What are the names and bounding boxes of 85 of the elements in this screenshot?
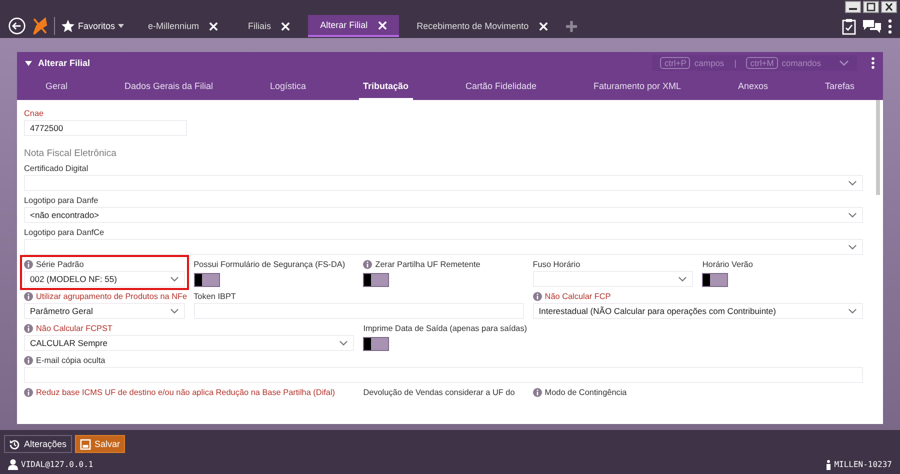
shortcut-label: campos [694, 58, 724, 68]
field-label: Fuso Horário [532, 260, 580, 268]
star-icon [61, 19, 75, 33]
document-tab[interactable]: e-Millennium [136, 15, 230, 37]
close-button[interactable] [881, 1, 897, 13]
tab-label[interactable]: e-Millennium [148, 21, 200, 31]
chevron-down-icon[interactable] [170, 276, 179, 282]
back-icon[interactable] [8, 17, 26, 35]
minimize-button[interactable] [845, 1, 861, 13]
field-label: Horário Verão [702, 260, 753, 268]
field-label: Série Padrão [36, 260, 84, 268]
user-icon [8, 459, 18, 470]
tab-label[interactable]: Recebimento de Movimento [416, 21, 529, 31]
user-text: VIDAL@127.0.0.1 [21, 460, 94, 469]
shortcut-key: ctrl+P [660, 57, 690, 69]
tab-label[interactable]: Filiais [248, 21, 272, 31]
field-label: Logotipo para Danfe [24, 196, 98, 204]
section-tab[interactable]: Tarefas [821, 74, 859, 100]
separator-text: | [734, 58, 736, 68]
close-icon[interactable] [209, 22, 218, 30]
chevron-down-icon[interactable] [339, 340, 348, 346]
save-icon [80, 438, 91, 450]
toggle-switch[interactable] [363, 337, 390, 351]
toggle-switch[interactable] [363, 273, 390, 287]
save-button[interactable]: Salvar [74, 435, 126, 453]
close-icon[interactable] [281, 22, 290, 30]
toggle-switch[interactable] [194, 273, 220, 287]
chevron-down-icon[interactable] [839, 60, 849, 66]
document-tab[interactable]: Alterar Filial [308, 15, 399, 37]
dropdown[interactable]: Interestadual (NÃO Calcular para operações com Contribuinte) [532, 303, 863, 319]
chevron-down-icon[interactable] [848, 180, 857, 186]
shortcut-key: ctrl+M [746, 57, 778, 69]
add-tab-icon[interactable] [566, 20, 577, 32]
chat-icon[interactable] [862, 18, 882, 34]
field-label: E-mail cópia oculta [36, 356, 106, 364]
scrollbar-thumb[interactable] [876, 100, 880, 195]
field-label: Cnae [24, 108, 44, 118]
more-icon[interactable] [871, 57, 875, 69]
section-tab[interactable]: Anexos [734, 74, 772, 100]
maximize-button[interactable] [863, 1, 879, 13]
dropdown[interactable]: Parâmetro Geral [24, 303, 185, 319]
field-label: Não Calcular FCP [544, 292, 611, 300]
field-label: Token IBPT [194, 292, 236, 300]
build-text: MILLEN-10237 [834, 460, 892, 469]
field-label: Reduz base ICMS UF de destino e/ou não aplica Redução na Base Partilha (Difal) [36, 388, 336, 396]
field-label: Zerar Partilha UF Remetente [375, 260, 480, 268]
field-label: Possui Formulário de Segurança (FS-DA) [194, 260, 346, 268]
section-tab[interactable]: Faturamento por XML [589, 74, 686, 100]
tab-label[interactable]: Alterar Filial [320, 20, 368, 30]
section-tab[interactable]: Logística [266, 74, 310, 100]
shortcut-label: comandos [782, 58, 821, 68]
field-label: Utilizar agrupamento de Produtos na NFe [36, 292, 188, 300]
clipboard-icon[interactable] [842, 18, 856, 34]
input-field[interactable]: 4772500 [24, 120, 187, 136]
section-heading: Nota Fiscal Eletrônica [24, 147, 118, 160]
more-icon[interactable] [888, 18, 892, 34]
field-label: Devolução de Vendas considerar a UF do [363, 388, 515, 396]
toggle-switch[interactable] [702, 273, 728, 287]
dropdown[interactable]: CALCULAR Sempre [24, 335, 354, 351]
history-button[interactable]: Alterações [4, 435, 72, 453]
panel-title: Alterar Filial [38, 58, 90, 68]
field-label: Certificado Digital [24, 164, 88, 172]
field-label: Logotipo para DanfCe [24, 228, 104, 236]
dropdown[interactable]: 002 (MODELO NF: 55) [24, 271, 185, 287]
document-tab[interactable]: Filiais [236, 15, 302, 37]
field-label: Não Calcular FCPST [36, 324, 112, 332]
close-icon[interactable] [538, 22, 548, 30]
section-tab[interactable]: Dados Gerais da Filial [120, 74, 218, 100]
dropdown[interactable]: <não encontrado> [24, 207, 863, 223]
chevron-down-icon[interactable] [678, 276, 688, 282]
section-tab[interactable]: Cartão Fidelidade [461, 74, 541, 100]
field-label: Imprime Data de Saída (apenas para saídas) [363, 324, 528, 332]
chevron-down-icon[interactable] [848, 244, 857, 250]
close-icon[interactable] [378, 20, 387, 30]
caret-icon [118, 24, 124, 28]
chevron-down-icon[interactable] [848, 212, 857, 218]
favorites-menu[interactable]: Favoritos [61, 19, 130, 33]
field-label: Modo de Contingência [544, 388, 627, 396]
section-tab[interactable]: Geral [41, 74, 72, 100]
logo-icon[interactable] [32, 17, 48, 35]
document-tab[interactable]: Recebimento de Movimento [404, 15, 560, 37]
history-icon [9, 438, 20, 450]
chevron-down-icon[interactable] [170, 308, 179, 314]
chevron-down-icon[interactable] [848, 308, 857, 314]
collapse-icon[interactable] [25, 60, 32, 66]
